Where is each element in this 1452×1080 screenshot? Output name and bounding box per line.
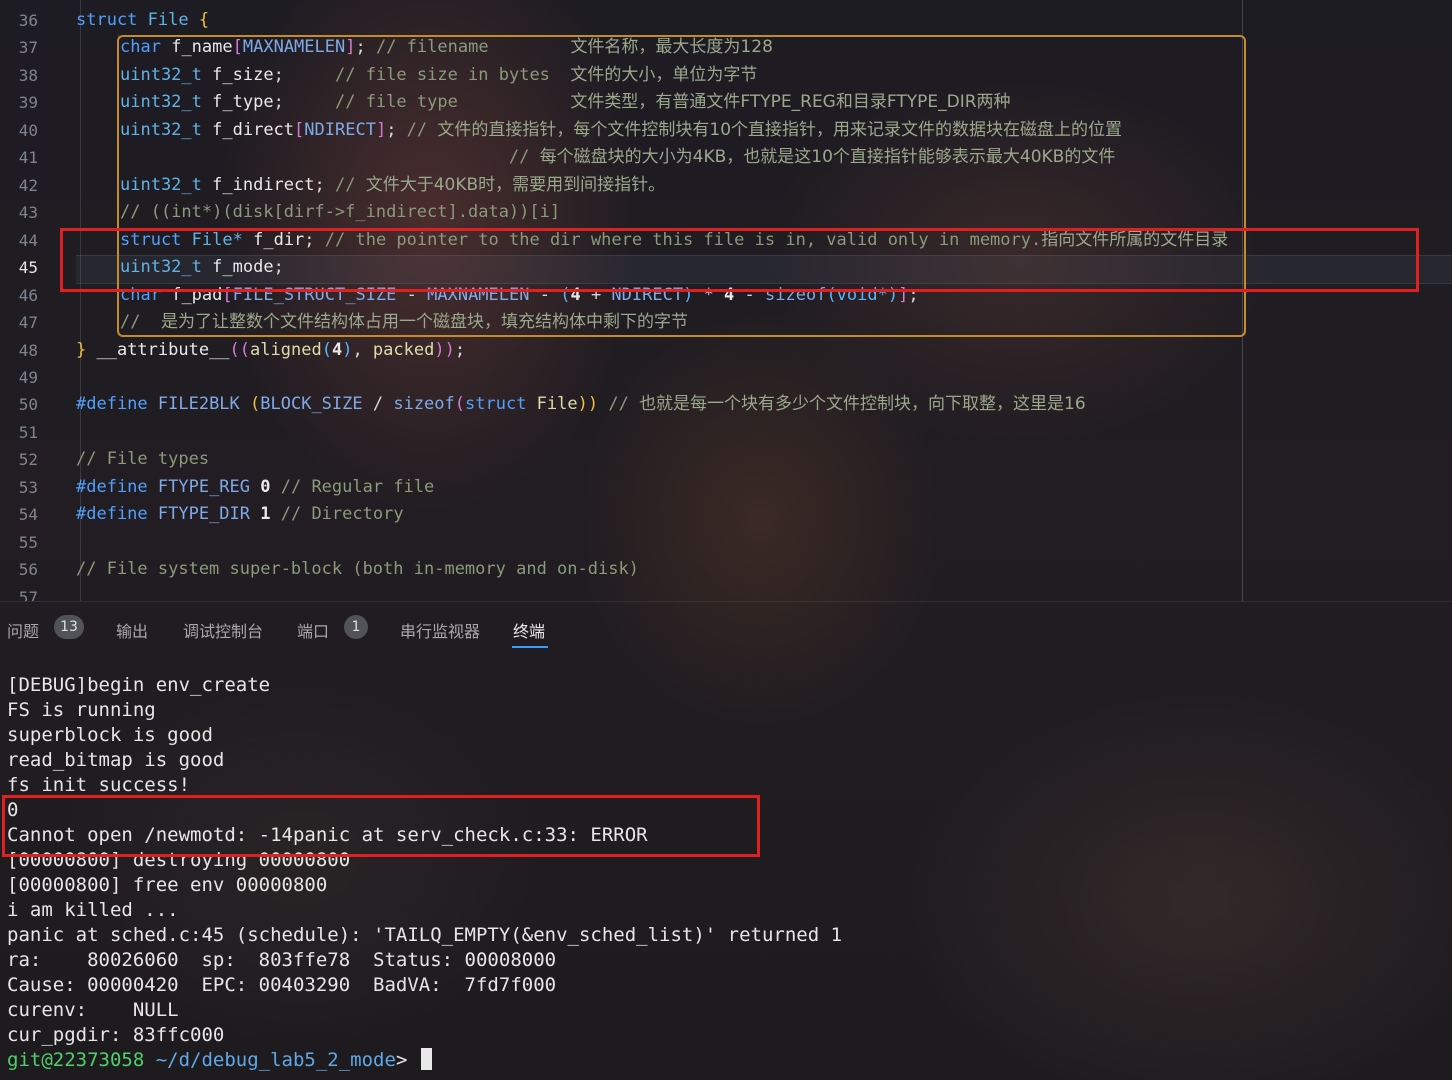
terminal-line: read_bitmap is good [7,749,225,771]
tab-serial-monitor[interactable]: 串行监视器 [400,618,480,642]
line-number: 57 [18,588,38,601]
comment: // File types [76,449,210,469]
macro: FILE2BLK [147,394,251,414]
line-number: 55 [18,533,38,552]
line-number: 39 [18,93,38,112]
macro: FTYPE_REG [147,477,261,497]
code-line[interactable]: // File types [76,446,209,473]
line-number: 52 [18,450,38,469]
annotation-box [60,228,1419,292]
line-number: 40 [18,121,38,140]
terminal-line: i am killed ... [7,899,179,921]
preprocessor-directive: #define [76,477,148,497]
terminal-line: curenv: NULL [7,999,179,1021]
prompt-path: ~/d/debug_lab5_2_mode [144,1049,396,1071]
line-number: 37 [18,38,38,57]
ports-count-badge: 1 [344,615,368,639]
code-line[interactable]: struct File { [76,7,209,34]
prompt-symbol: > [395,1049,419,1071]
line-number: 43 [18,203,38,222]
line-number: 46 [18,286,38,305]
code-line[interactable]: #define FTYPE_REG 0 // Regular file [76,474,434,501]
tab-debug-console[interactable]: 调试控制台 [183,618,263,642]
macro: FTYPE_DIR [147,504,261,524]
terminal-line: Cause: 00000420 EPC: 00403290 BadVA: 7fd… [7,974,557,996]
punctuation: ( [250,394,261,414]
code-editor[interactable]: 36 37 38 39 40 41 42 43 44 45 46 47 48 4… [0,0,1452,601]
line-number: 41 [18,148,38,167]
code-line[interactable]: // File system super-block (both in-memo… [76,556,639,583]
comment: // File system super-block (both in-memo… [76,559,639,579]
function-name: packed [372,340,435,360]
operator: / [362,394,394,414]
punctuation: } [76,340,87,360]
punctuation: , [352,340,373,360]
punctuation: ( [321,340,332,360]
active-tab-indicator [512,646,548,648]
comment: // [598,394,640,414]
line-number: 56 [18,560,38,579]
terminal-line: FS is running [7,699,156,721]
terminal-line: [00000800] free env 00000800 [7,874,328,896]
code-line[interactable]: } __attribute__((aligned(4), packed)); [76,337,465,364]
line-number-active: 45 [18,258,38,277]
number: 4 [331,340,343,360]
number: 0 [260,477,271,497]
annotation-box [2,795,760,857]
terminal-line: cur_pgdir: 83ffc000 [7,1024,225,1046]
problems-count-badge: 13 [54,615,84,639]
preprocessor-directive: #define [76,394,148,414]
comment: // Directory [270,504,404,524]
attribute-keyword: __attribute__ [86,340,230,360]
line-number: 49 [18,368,38,387]
terminal-line: ra: 80026060 sp: 803ffe78 Status: 000080… [7,949,557,971]
punctuation: )) [577,394,599,414]
punctuation: { [188,10,210,30]
terminal-line: [DEBUG]begin env_create [7,674,271,696]
preprocessor-directive: #define [76,504,148,524]
tab-problems[interactable]: 问题 [7,618,39,642]
terminal-output[interactable]: [DEBUG]begin env_create FS is running su… [7,673,1447,1073]
tab-ports[interactable]: 端口 [297,618,329,642]
keyword: struct [465,394,527,414]
punctuation: ) [342,340,353,360]
tab-terminal[interactable]: 终端 [513,618,545,642]
line-number: 47 [18,313,38,332]
terminal-line: superblock is good [7,724,213,746]
punctuation: ; [454,340,466,360]
punctuation: (( [229,340,251,360]
line-number: 53 [18,478,38,497]
macro: BLOCK_SIZE [260,394,363,414]
punctuation: ( [454,394,466,414]
prompt-user: git@22373058 [7,1049,145,1071]
function-name: aligned [250,340,322,360]
line-number: 38 [18,66,38,85]
type-name: File [147,10,189,30]
function-name: sizeof [393,394,455,414]
comment-cjk: 也就是每一个块有多少个文件控制块，向下取整，这里是16 [639,394,1086,414]
panel-tab-bar: 问题 13 输出 调试控制台 端口 1 串行监视器 终端 [0,601,1452,654]
line-number: 36 [18,11,38,30]
punctuation: )) [434,340,455,360]
line-number: 50 [18,395,38,414]
cursor-caret [420,1048,432,1070]
line-number: 42 [18,176,38,195]
code-line[interactable]: #define FTYPE_DIR 1 // Directory [76,501,404,528]
terminal-prompt[interactable]: git@22373058 ~/d/debug_lab5_2_mode> [7,1048,1447,1073]
line-number: 51 [18,423,38,442]
comment: // Regular file [270,477,435,497]
line-number: 48 [18,341,38,360]
line-number: 54 [18,505,38,524]
type-name: File [526,394,578,414]
line-number: 44 [18,231,38,250]
terminal-line: panic at sched.c:45 (schedule): 'TAILQ_E… [7,924,843,946]
tab-output[interactable]: 输出 [116,618,148,642]
number: 1 [260,504,271,524]
keyword: struct [76,10,138,30]
code-line[interactable]: #define FILE2BLK (BLOCK_SIZE / sizeof(st… [76,391,1086,418]
